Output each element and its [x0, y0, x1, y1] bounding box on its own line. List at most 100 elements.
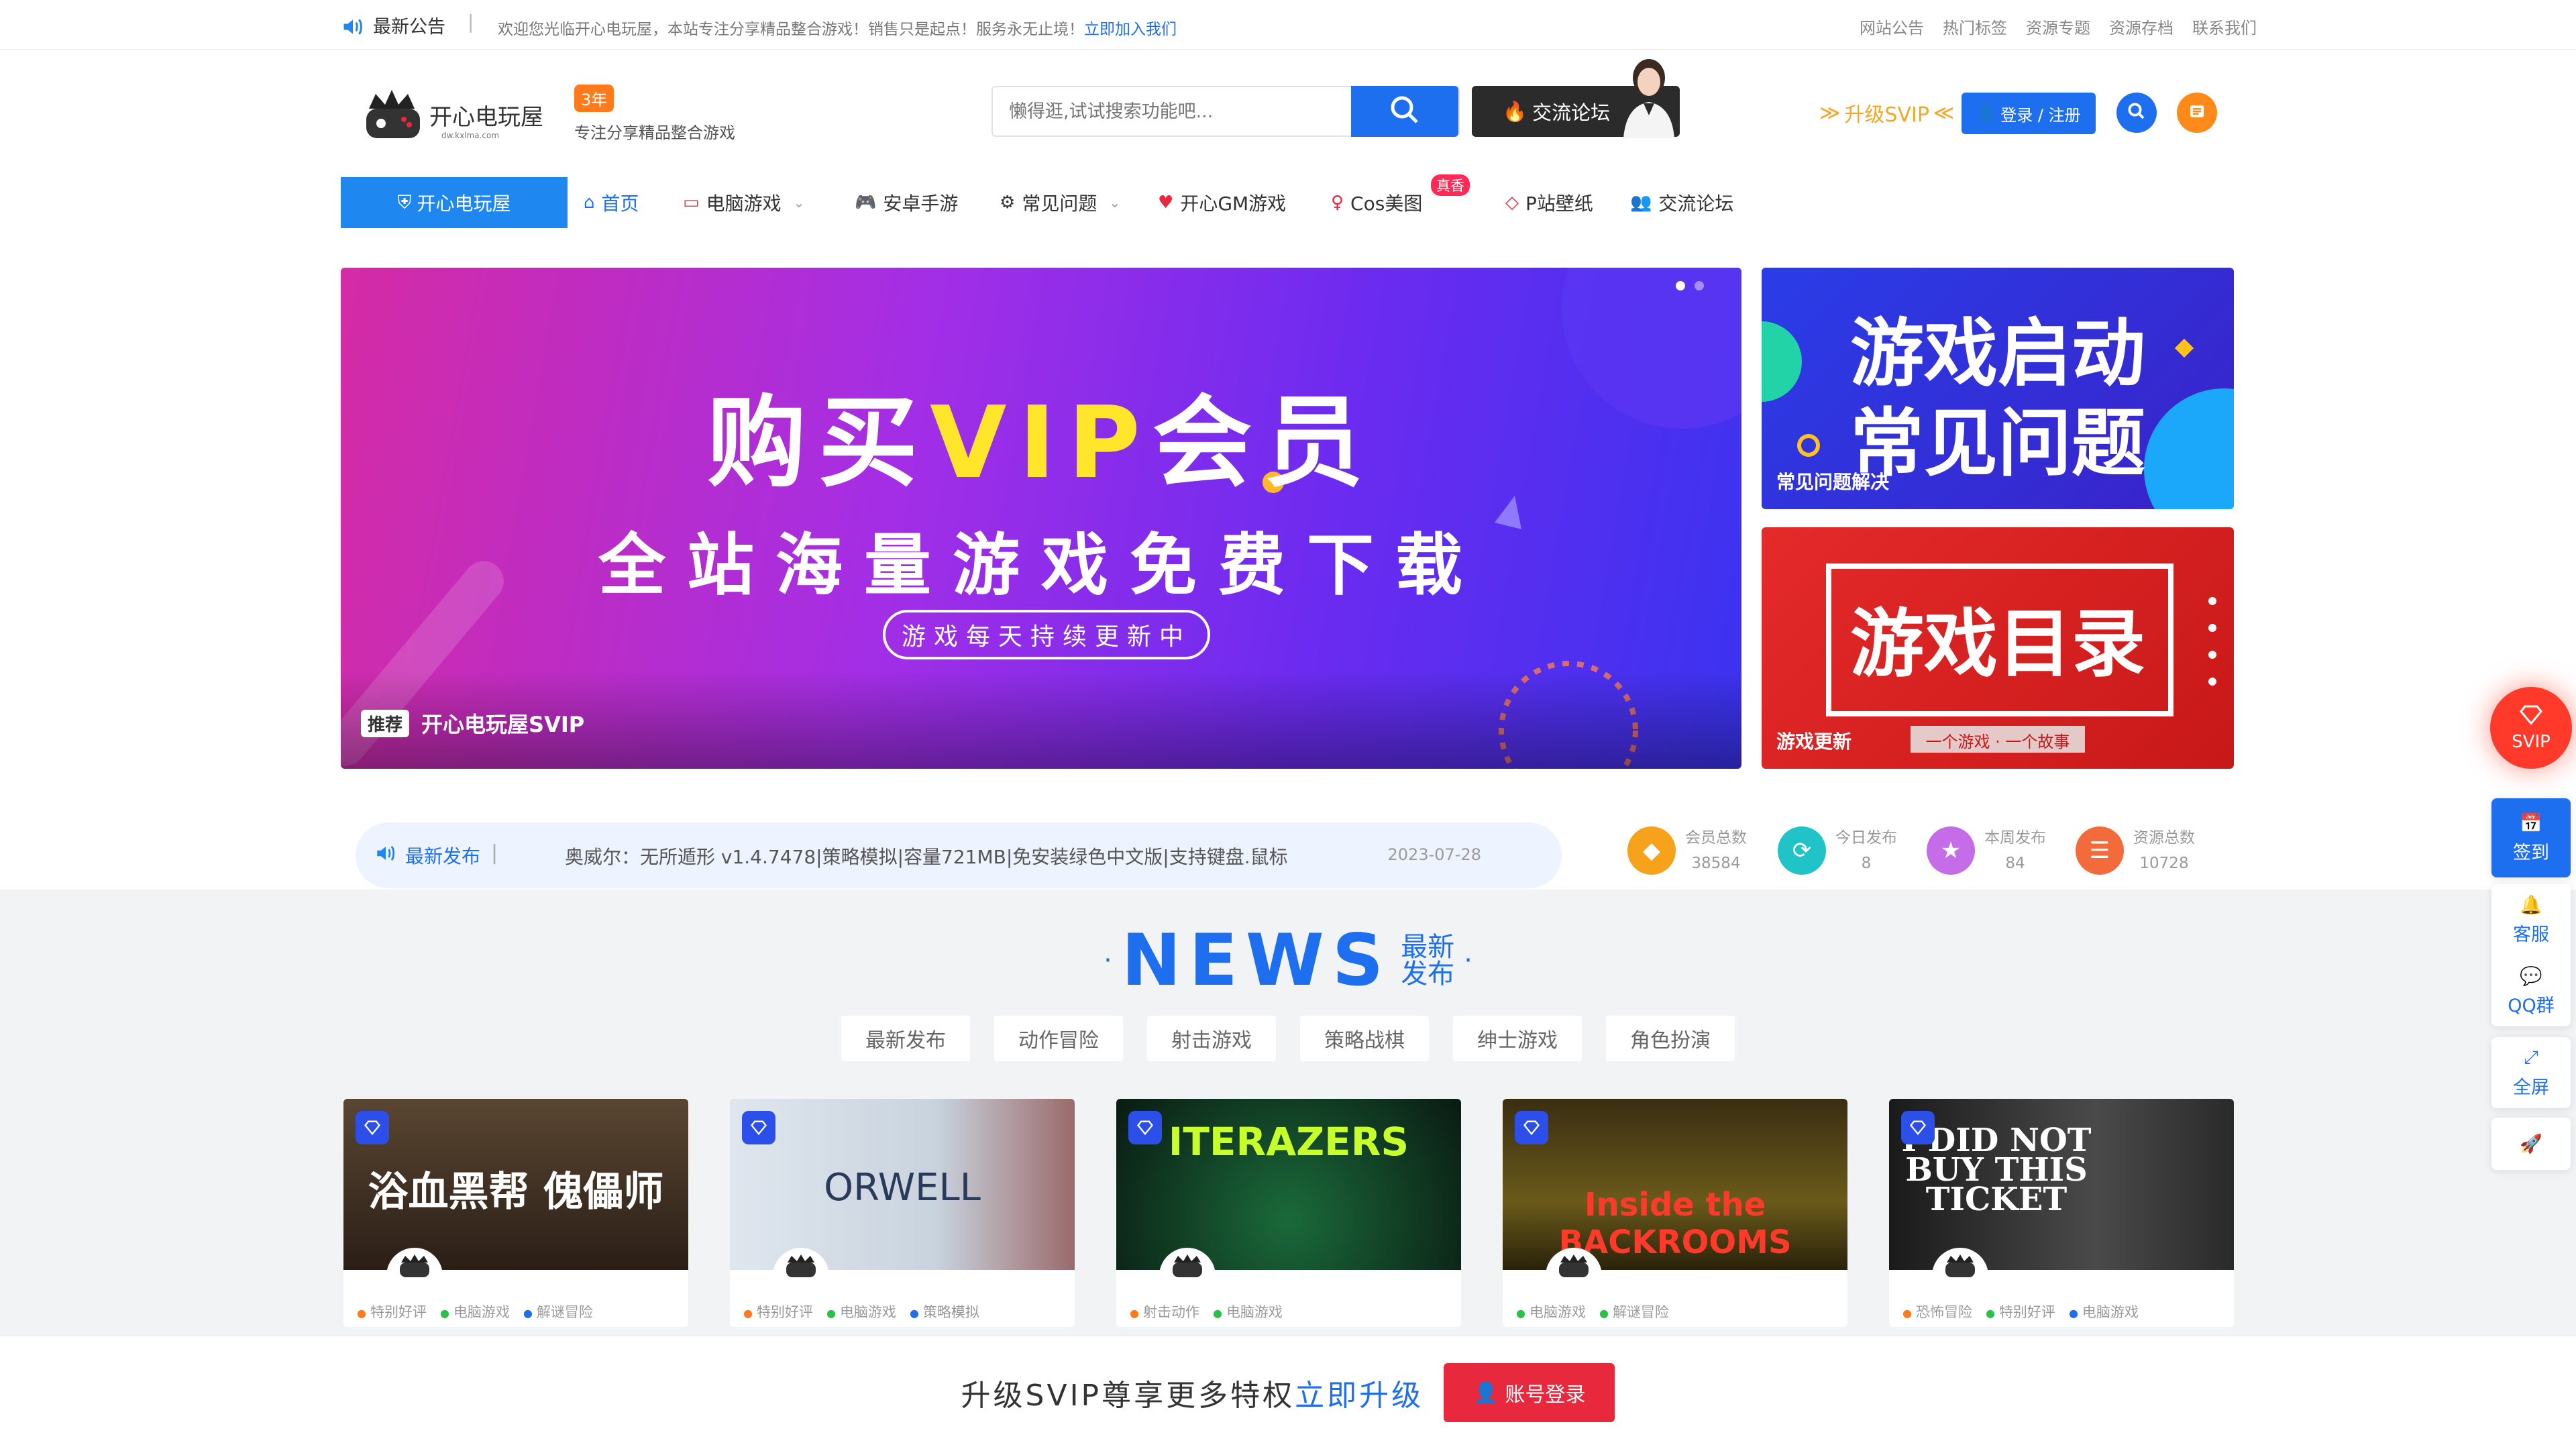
welcome-text: 欢迎您光临开心电玩屋，本站专注分享精品整合游戏！销售只是起点！服务永无止境！立即…	[498, 16, 1177, 39]
game-tag[interactable]: 电脑游戏	[440, 1301, 510, 1322]
dot-icon: ·	[1464, 945, 1472, 976]
ticker-separator: |	[491, 841, 498, 865]
wechat-icon: 💬	[2520, 965, 2542, 987]
hero-banner[interactable]: 购买VIP会员 全站海量游戏免费下载 游戏每天持续更新中 推荐 开心电玩屋SVI…	[341, 268, 1741, 769]
qq-group-tool[interactable]: 💬 QQ群	[2491, 955, 2571, 1026]
stat-today: ⟳ 今日发布 8	[1778, 824, 1897, 877]
game-tag[interactable]: 特别好评	[357, 1301, 427, 1322]
top-link-archive[interactable]: 资源存档	[2109, 15, 2174, 38]
nav-item-pc-games[interactable]: ▭ 电脑游戏 ⌄	[683, 188, 804, 217]
recommend-tag: 推荐	[361, 709, 410, 737]
game-tag[interactable]: 解谜冒险	[523, 1301, 593, 1322]
vip-gem-icon	[1515, 1111, 1548, 1144]
fullscreen-label: 全屏	[2513, 1077, 2549, 1098]
carousel-dots	[1676, 281, 1704, 290]
game-tag[interactable]: 特别好评	[743, 1301, 813, 1322]
filter-gentleman[interactable]: 绅士游戏	[1453, 1016, 1582, 1061]
game-tag[interactable]: 射击动作	[1130, 1301, 1199, 1322]
game-tag[interactable]: 解谜冒险	[1599, 1301, 1669, 1322]
game-cover-title: 浴血黑帮 傀儡师	[368, 1169, 664, 1216]
game-tag[interactable]: 策略模拟	[910, 1301, 979, 1322]
filter-shooter[interactable]: 射击游戏	[1147, 1016, 1276, 1061]
nav-item-cos-photos[interactable]: ♀ Cos美图	[1331, 188, 1422, 217]
stat-total: ☰ 资源总数 10728	[2076, 824, 2195, 877]
upgrade-now-link[interactable]: 立即升级	[1295, 1379, 1424, 1413]
nav-item-android-games[interactable]: 🎮 安卓手游	[855, 188, 958, 217]
game-card[interactable]: 浴血黑帮 傀儡师 特别好评电脑游戏解谜冒险	[343, 1099, 688, 1327]
wing-icon: ≪	[1933, 101, 1955, 125]
sign-in-label: 签到	[2513, 842, 2549, 863]
top-link-announcement[interactable]: 网站公告	[1860, 15, 1924, 38]
header-search-button[interactable]	[2116, 93, 2157, 133]
nav-item-p-wallpaper[interactable]: ◇ P站壁纸	[1505, 188, 1593, 217]
home-icon: ⌂	[584, 193, 595, 213]
game-tag[interactable]: 电脑游戏	[1213, 1301, 1283, 1322]
filter-strategy[interactable]: 策略战棋	[1300, 1016, 1429, 1061]
sign-in-tool[interactable]: 📅 签到	[2491, 798, 2571, 877]
nav-item-gm-games[interactable]: ♥ 开心GM游戏	[1158, 188, 1286, 217]
flame-icon: 🔥	[1503, 99, 1527, 123]
message-button[interactable]	[2177, 93, 2217, 133]
svip-float-button[interactable]: SVIP	[2490, 687, 2572, 769]
stat-value: 8	[1861, 855, 1872, 872]
chevron-down-icon: ⌄	[1109, 195, 1121, 211]
ticker-headline[interactable]: 奥威尔：无所遁形 v1.4.7478|策略模拟|容量721MB|免安装绿色中文版…	[565, 843, 1288, 869]
top-link-contact[interactable]: 联系我们	[2192, 15, 2257, 38]
svip-float-label: SVIP	[2512, 731, 2551, 752]
game-tag[interactable]: 恐怖冒险	[1902, 1301, 1972, 1322]
game-card[interactable]: ITERAZERS 射击动作电脑游戏	[1116, 1099, 1461, 1327]
nav-item-home[interactable]: ⌂ 首页	[584, 188, 639, 217]
join-us-link[interactable]: 立即加入我们	[1084, 21, 1177, 38]
nav-item-forum[interactable]: 👥 交流论坛	[1630, 188, 1733, 217]
vip-gem-icon	[1128, 1111, 1162, 1144]
diamond-icon	[2519, 704, 2543, 729]
game-tag[interactable]: 电脑游戏	[826, 1301, 896, 1322]
notice-title: 最新公告	[373, 17, 445, 38]
nav-label: 首页	[601, 193, 639, 215]
nav-item-faq[interactable]: ⚙ 常见问题 ⌄	[1000, 188, 1120, 217]
banner-caption: 开心电玩屋SVIP	[421, 712, 585, 737]
search-icon	[1389, 94, 1421, 129]
filter-action[interactable]: 动作冒险	[994, 1016, 1123, 1061]
filter-latest[interactable]: 最新发布	[841, 1016, 970, 1061]
nav-label: 常见问题	[1022, 193, 1097, 215]
upgrade-svip-link[interactable]: ≫ 升级SVIP ≪	[1819, 98, 1954, 127]
carousel-dot[interactable]	[1695, 281, 1704, 290]
fullscreen-tool[interactable]: ⤢ 全屏	[2491, 1037, 2571, 1108]
game-card[interactable]: I DID NOT BUY THIS TICKET 恐怖冒险特别好评电脑游戏	[1889, 1099, 2234, 1327]
game-card[interactable]: ORWELL 特别好评电脑游戏策略模拟	[730, 1099, 1075, 1327]
game-card[interactable]: Inside the BACKROOMS 电脑游戏解谜冒险	[1503, 1099, 1847, 1327]
game-tag[interactable]: 电脑游戏	[1516, 1301, 1586, 1322]
notice-separator: |	[468, 11, 474, 33]
nav-label: 开心GM游戏	[1180, 193, 1287, 215]
back-to-top-tool[interactable]: 🚀	[2491, 1118, 2571, 1170]
game-cover-title: ITERAZERS	[1168, 1119, 1409, 1165]
game-tag[interactable]: 电脑游戏	[2069, 1301, 2139, 1322]
catalog-card-caption: 游戏更新	[1776, 731, 1852, 753]
gear-icon: ⚙	[1000, 193, 1016, 213]
site-logo[interactable]: 开心电玩屋 dw.kxlma.com	[362, 82, 557, 142]
nav-brand[interactable]: ⛨ 开心电玩屋	[341, 177, 568, 228]
expand-icon: ⤢	[2524, 1046, 2538, 1068]
search-input[interactable]	[993, 87, 1352, 136]
login-register-button[interactable]: 👤 登录 / 注册	[1962, 93, 2096, 134]
search-box	[991, 86, 1460, 137]
banner-title-post: 会员	[1152, 385, 1376, 500]
search-button[interactable]	[1351, 86, 1458, 137]
svip-promo-bar: 升级SVIP尊享更多特权立即升级 👤 账号登录	[0, 1335, 2576, 1449]
catalog-card[interactable]: 游戏目录 一个游戏 · 一个故事 游戏更新	[1762, 527, 2234, 769]
top-link-topics[interactable]: 资源专题	[2026, 15, 2090, 38]
top-links: 网站公告 热门标签 资源专题 资源存档 联系我们	[1860, 15, 2257, 38]
game-tag[interactable]: 特别好评	[1986, 1301, 2055, 1322]
customer-service-tool[interactable]: 🔔 客服	[2491, 884, 2571, 955]
game-tags: 射击动作电脑游戏	[1130, 1301, 1283, 1322]
carousel-dot-active[interactable]	[1676, 281, 1685, 290]
top-link-hot-tags[interactable]: 热门标签	[1943, 15, 2007, 38]
top-notice-bar: 最新公告 | 欢迎您光临开心电玩屋，本站专注分享精品整合游戏！销售只是起点！服务…	[0, 0, 2576, 50]
diamond-icon: ◇	[1505, 193, 1519, 213]
customer-service-label: 客服	[2513, 924, 2549, 945]
nav-label: P站壁纸	[1525, 193, 1593, 215]
filter-rpg[interactable]: 角色扮演	[1606, 1016, 1735, 1061]
faq-card[interactable]: 游戏启动 常见问题 常见问题解决	[1762, 268, 2234, 509]
account-login-button[interactable]: 👤 账号登录	[1444, 1363, 1615, 1422]
